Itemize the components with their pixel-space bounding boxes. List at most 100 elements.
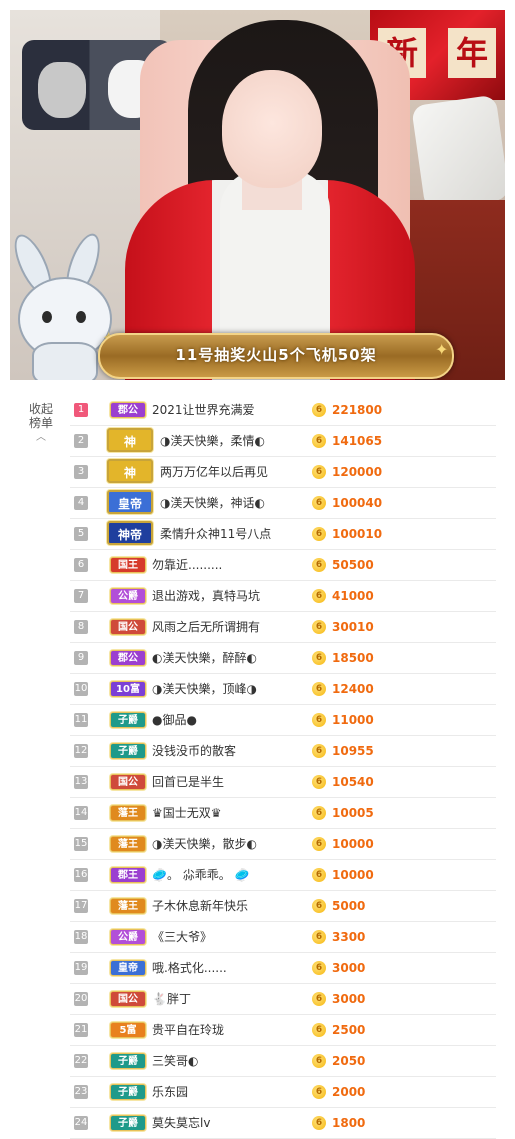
- noble-badge: 10富: [110, 681, 146, 697]
- ranking-row[interactable]: 10 10富 ◑渼天快樂，顶峰◑ 6 12400: [70, 674, 496, 705]
- coin-icon: 6: [312, 1054, 326, 1068]
- ranking-list: 1 郡公 2021让世界充满爱 6 221800 2 神 ◑渼天快樂，柔情◐ 6 141065 3 神…: [70, 395, 496, 1139]
- ranking-row[interactable]: 15 藩王 ◑渼天快樂，散步◐ 6 10000: [70, 829, 496, 860]
- ranking-row[interactable]: 18 公爵 《三大爷》 6 3300: [70, 922, 496, 953]
- ranking-row[interactable]: 13 国公 回首已是半生 6 10540: [70, 767, 496, 798]
- rank-number: 4: [74, 496, 88, 510]
- ranking-row[interactable]: 24 子爵 莫失莫忘lv 6 1800: [70, 1108, 496, 1139]
- rank-number: 15: [74, 837, 88, 851]
- stream-video[interactable]: 新 年 ✦ 11号抽奖火山5个飞机50架 ✦: [10, 10, 505, 380]
- noble-badge: 公爵: [110, 929, 146, 945]
- user-name: ◑渼天快樂，顶峰◑: [152, 682, 257, 696]
- ranking-row[interactable]: 2 神 ◑渼天快樂，柔情◐ 6 141065: [70, 426, 496, 457]
- contribution-score: 120000: [332, 465, 383, 479]
- contribution-score: 10005: [332, 806, 374, 820]
- user-name: 莫失莫忘lv: [152, 1116, 211, 1130]
- rank-number: 12: [74, 744, 88, 758]
- ranking-row[interactable]: 23 子爵 乐东园 6 2000: [70, 1077, 496, 1108]
- rank-number: 23: [74, 1085, 88, 1099]
- user-name: ◑渼天快樂，散步◐: [152, 837, 257, 851]
- coin-icon: 6: [312, 434, 326, 448]
- noble-badge: 子爵: [110, 743, 146, 759]
- coin-icon: 6: [312, 1085, 326, 1099]
- ranking-row[interactable]: 20 国公 🐇胖丁 6 3000: [70, 984, 496, 1015]
- ranking-row[interactable]: 11 子爵 ●御品● 6 11000: [70, 705, 496, 736]
- user-name: ◐渼天快樂，醉醉◐: [152, 651, 257, 665]
- ranking-row[interactable]: 17 藩王 子木休息新年快乐 6 5000: [70, 891, 496, 922]
- rank-number: 22: [74, 1054, 88, 1068]
- noble-badge: 5富: [110, 1022, 146, 1038]
- contribution-score: 3000: [332, 961, 366, 975]
- user-name: 三笑哥◐: [152, 1054, 199, 1068]
- coin-icon: 6: [312, 899, 326, 913]
- coin-icon: 6: [312, 837, 326, 851]
- ranking-row[interactable]: 6 国王 勿靠近......... 6 50500: [70, 550, 496, 581]
- noble-badge: 神: [107, 428, 153, 452]
- cat-print-left: [38, 62, 86, 118]
- contribution-score: 2500: [332, 1023, 366, 1037]
- contribution-score: 50500: [332, 558, 374, 572]
- rank-number: 5: [74, 527, 88, 541]
- contribution-score: 221800: [332, 403, 383, 417]
- user-name: 🥏。 尛乖乖。 🥏: [152, 868, 250, 882]
- ranking-row[interactable]: 5 神帝 柔情升众神11号八点 6 100010: [70, 519, 496, 550]
- rank-number: 3: [74, 465, 88, 479]
- user-name: 《三大爷》: [152, 930, 213, 944]
- coin-icon: 6: [312, 1023, 326, 1037]
- rank-number: 17: [74, 899, 88, 913]
- rank-number: 16: [74, 868, 88, 882]
- star-icon: ✦: [435, 340, 449, 359]
- rank-number: 1: [74, 403, 88, 417]
- coin-icon: 6: [312, 775, 326, 789]
- rank-number: 9: [74, 651, 88, 665]
- contribution-score: 10540: [332, 775, 374, 789]
- rank-number: 20: [74, 992, 88, 1006]
- ranking-row[interactable]: 3 神两万万亿年以后再见 6 120000: [70, 457, 496, 488]
- ranking-row[interactable]: 19 皇帝 哦.格式化...... 6 3000: [70, 953, 496, 984]
- ranking-row[interactable]: 4 皇帝 ◑渼天快樂，神话◐ 6 100040: [70, 488, 496, 519]
- coin-icon: 6: [312, 930, 326, 944]
- ranking-row[interactable]: 7 公爵 退出游戏，真特马坑 6 41000: [70, 581, 496, 612]
- user-name: 退出游戏，真特马坑: [152, 589, 261, 603]
- user-name: 两万万亿年以后再见: [160, 465, 269, 479]
- noble-badge: 藩王: [110, 805, 146, 821]
- ranking-row[interactable]: 21 5富 贵平自在玲珑 6 2500: [70, 1015, 496, 1046]
- noble-badge: 郡王: [110, 867, 146, 883]
- rank-number: 2: [74, 434, 88, 448]
- contribution-score: 30010: [332, 620, 374, 634]
- noble-badge: 皇帝: [107, 490, 153, 514]
- white-pillow: [411, 94, 505, 211]
- user-name: 回首已是半生: [152, 775, 225, 789]
- noble-badge: 藩王: [110, 898, 146, 914]
- noble-badge: 皇帝: [110, 960, 146, 976]
- coin-icon: 6: [312, 713, 326, 727]
- user-name: 风雨之后无所谓拥有: [152, 620, 261, 634]
- contribution-score: 3000: [332, 992, 366, 1006]
- user-name: 乐东园: [152, 1085, 189, 1099]
- user-name: 哦.格式化......: [152, 961, 227, 975]
- ranking-row[interactable]: 9 郡公 ◐渼天快樂，醉醉◐ 6 18500: [70, 643, 496, 674]
- coin-icon: 6: [312, 527, 326, 541]
- contribution-score: 2000: [332, 1085, 366, 1099]
- coin-icon: 6: [312, 496, 326, 510]
- coin-icon: 6: [312, 465, 326, 479]
- coin-icon: 6: [312, 744, 326, 758]
- rank-number: 11: [74, 713, 88, 727]
- user-name: ♛国士无双♛: [152, 806, 222, 820]
- noble-badge: 子爵: [110, 1115, 146, 1131]
- ranking-row[interactable]: 8 国公 风雨之后无所谓拥有 6 30010: [70, 612, 496, 643]
- contribution-score: 10955: [332, 744, 374, 758]
- ranking-row[interactable]: 16 郡王 🥏。 尛乖乖。 🥏 6 10000: [70, 860, 496, 891]
- ranking-row[interactable]: 1 郡公 2021让世界充满爱 6 221800: [70, 395, 496, 426]
- ranking-row[interactable]: 22 子爵 三笑哥◐ 6 2050: [70, 1046, 496, 1077]
- ranking-row[interactable]: 14 藩王 ♛国士无双♛ 6 10005: [70, 798, 496, 829]
- noble-badge: 藩王: [110, 836, 146, 852]
- rank-number: 21: [74, 1023, 88, 1037]
- rank-number: 14: [74, 806, 88, 820]
- coin-icon: 6: [312, 589, 326, 603]
- collapse-ranking-button[interactable]: 收起榜单 ︿: [27, 402, 55, 445]
- coin-icon: 6: [312, 558, 326, 572]
- noble-badge: 郡公: [110, 402, 146, 418]
- ranking-row[interactable]: 12 子爵 没钱没币的散客 6 10955: [70, 736, 496, 767]
- rank-number: 19: [74, 961, 88, 975]
